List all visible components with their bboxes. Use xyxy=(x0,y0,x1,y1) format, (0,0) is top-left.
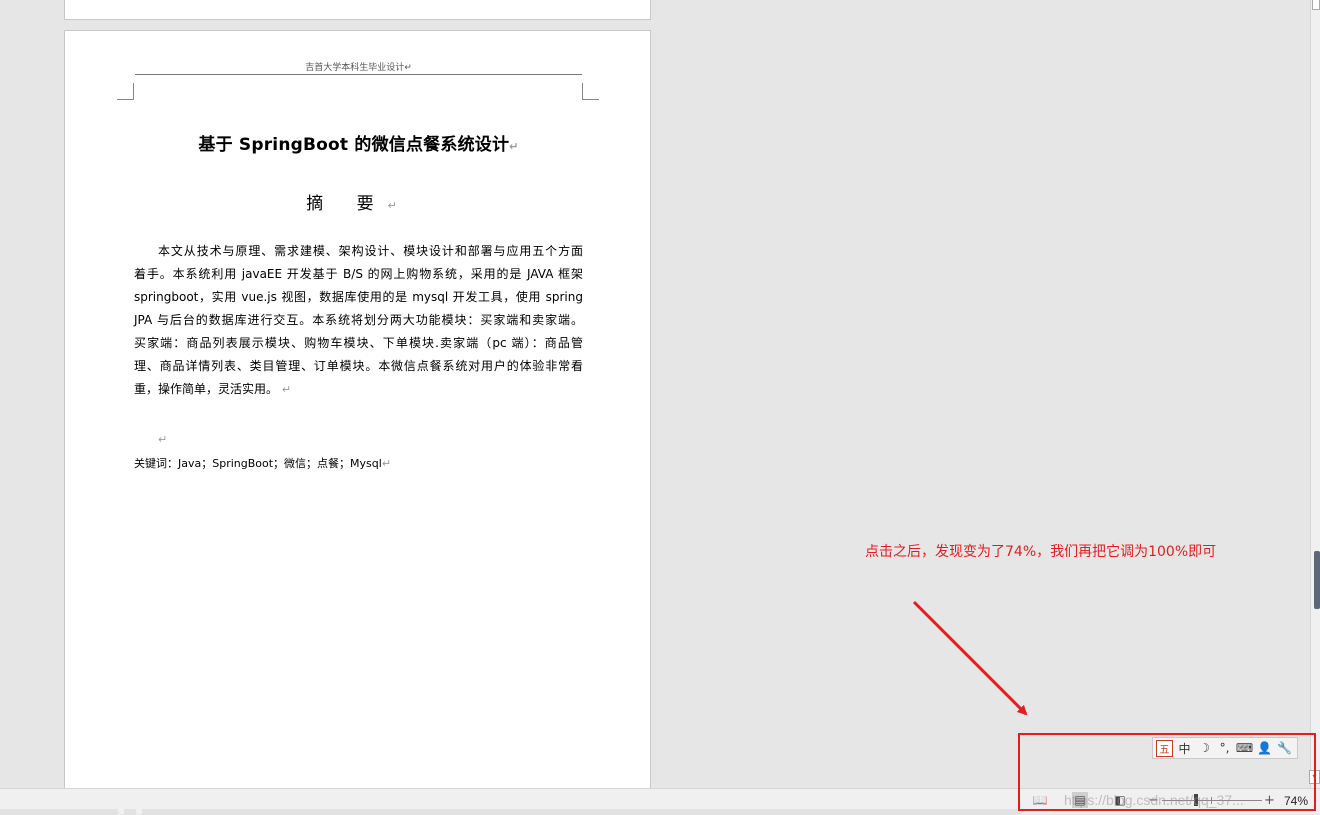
scrollbar-thumb[interactable] xyxy=(1314,551,1320,609)
status-segment xyxy=(0,809,118,815)
annotation-highlight-box xyxy=(1018,733,1316,811)
status-segment xyxy=(142,809,1022,815)
status-segment xyxy=(124,809,136,815)
annotation-arrow-icon xyxy=(912,600,1028,716)
scroll-up-arrow[interactable] xyxy=(1312,0,1320,10)
vertical-scrollbar[interactable] xyxy=(1310,0,1320,788)
